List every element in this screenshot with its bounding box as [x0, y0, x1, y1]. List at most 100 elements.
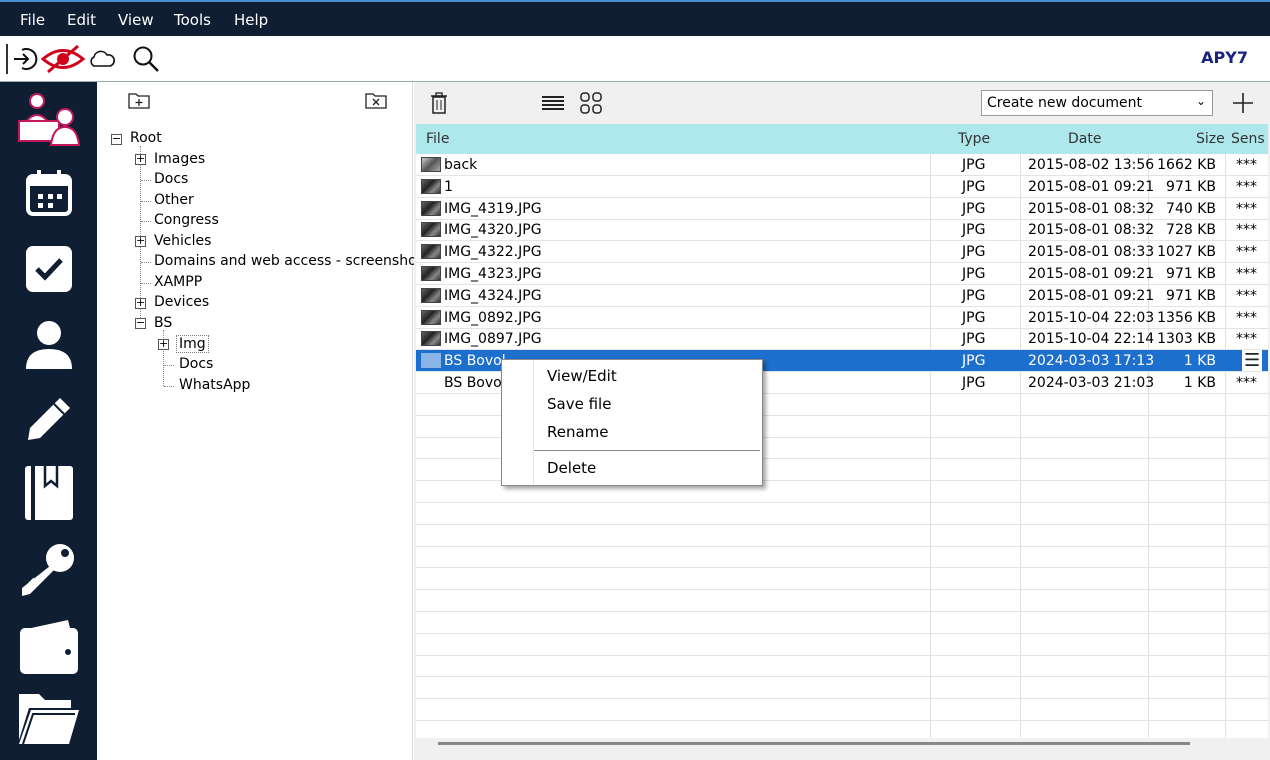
file-size-cell: 1 KB	[1183, 353, 1216, 370]
file-sens-cell: ***	[1236, 287, 1257, 304]
file-sens-cell: ***	[1236, 375, 1257, 391]
nav-edit[interactable]	[10, 384, 88, 454]
expand-toggle[interactable]: +	[158, 338, 169, 350]
empty-row	[416, 612, 1268, 634]
file-name-cell: IMG_4323.JPG	[444, 266, 542, 282]
file-type-cell: JPG	[962, 200, 986, 217]
menu-view[interactable]: View	[118, 11, 154, 29]
image-thumbnail	[421, 287, 441, 303]
file-date-cell: 2024-03-03 21:03	[1028, 375, 1155, 391]
file-date-cell: 2015-08-01 08:32	[1028, 200, 1155, 217]
table-row[interactable]: IMG_4323.JPG JPG 2015-08-01 09:21 971 KB ***	[416, 263, 1268, 285]
column-header-sens[interactable]: Sens	[1231, 131, 1265, 147]
nav-files[interactable]	[10, 682, 88, 752]
column-header-date[interactable]: Date	[1068, 131, 1101, 147]
image-thumbnail	[421, 157, 441, 172]
nav-notebook[interactable]	[10, 458, 88, 528]
column-header-type[interactable]: Type	[958, 131, 990, 147]
table-row[interactable]: IMG_0897.JPG JPG 2015-10-04 22:14 1303 KB **…	[416, 328, 1268, 351]
menu-bar: File Edit View Tools Help	[0, 0, 1270, 36]
calendar-icon	[26, 170, 72, 216]
expand-toggle[interactable]: +	[135, 235, 146, 247]
file-sens-cell: ***	[1236, 331, 1257, 348]
hidden-eye-icon[interactable]	[40, 44, 86, 74]
tree-node-docs[interactable]: Docs	[154, 171, 188, 187]
image-thumbnail	[421, 200, 441, 216]
file-type-cell: JPG	[962, 375, 986, 391]
file-date-cell: 2024-03-03 17:13	[1028, 353, 1155, 370]
create-document-select[interactable]: Create new document ⌄	[981, 90, 1213, 116]
file-size-cell: 1303 KB	[1157, 331, 1216, 348]
add-icon[interactable]	[1232, 92, 1254, 114]
horizontal-scrollbar[interactable]	[438, 742, 1190, 745]
contacts-icon	[18, 93, 81, 146]
menu-tools[interactable]: Tools	[174, 11, 211, 29]
empty-row	[416, 503, 1268, 525]
expand-toggle[interactable]: +	[135, 297, 146, 309]
user-icon	[26, 321, 72, 369]
collapse-root-toggle[interactable]: −	[111, 133, 122, 145]
context-separator	[534, 450, 760, 451]
nav-calendar[interactable]	[10, 158, 88, 228]
tree-node-bs-img[interactable]: Img	[176, 335, 209, 353]
row-menu-icon[interactable]: ☰	[1242, 350, 1263, 372]
logout-icon[interactable]	[12, 45, 40, 73]
expand-toggle[interactable]: +	[135, 153, 146, 165]
menu-edit[interactable]: Edit	[67, 11, 96, 29]
file-name-cell: IMG_4319.JPG	[444, 200, 542, 217]
context-save-file[interactable]: Save file	[547, 395, 611, 413]
tree-node-root[interactable]: Root	[130, 130, 162, 146]
nav-contacts[interactable]	[10, 84, 88, 154]
chevron-down-icon: ⌄	[1195, 94, 1206, 108]
new-folder-icon[interactable]	[128, 91, 150, 109]
collapse-toggle[interactable]: −	[135, 317, 146, 329]
context-view-edit[interactable]: View/Edit	[547, 367, 617, 385]
context-rename[interactable]: Rename	[547, 423, 609, 441]
grid-view-icon[interactable]	[580, 92, 602, 114]
list-view-icon[interactable]	[542, 95, 564, 111]
tree-node-images[interactable]: Images	[154, 151, 205, 167]
tree-node-vehicles[interactable]: Vehicles	[154, 233, 211, 249]
tree-connector	[164, 386, 174, 387]
file-name-cell: IMG_4322.JPG	[444, 244, 542, 261]
tree-connector	[141, 262, 151, 263]
file-size-cell: 971 KB	[1166, 287, 1216, 304]
file-sens-cell: ***	[1236, 178, 1257, 195]
table-row[interactable]: 1 JPG 2015-08-01 09:21 971 KB ***	[416, 176, 1268, 198]
column-header-size[interactable]: Size	[1196, 131, 1225, 147]
table-row[interactable]: IMG_4324.JPG JPG 2015-08-01 09:21 971 KB ***	[416, 285, 1268, 307]
column-header-file[interactable]: File	[426, 131, 449, 147]
delete-folder-icon[interactable]	[365, 91, 387, 109]
image-thumbnail	[421, 178, 441, 194]
tree-node-bs-docs[interactable]: Docs	[179, 356, 213, 372]
table-row[interactable]: back JPG 2015-08-02 13:56 1662 KB ***	[416, 154, 1268, 176]
nav-wallet[interactable]	[10, 612, 88, 682]
tree-node-devices[interactable]: Devices	[154, 294, 209, 310]
cloud-icon[interactable]	[88, 48, 116, 70]
tree-node-other[interactable]: Other	[154, 192, 194, 208]
image-thumbnail	[421, 222, 441, 238]
file-size-cell: 971 KB	[1166, 178, 1216, 195]
search-icon[interactable]	[131, 44, 161, 74]
file-type-cell: JPG	[962, 178, 986, 195]
file-sens-cell: ***	[1236, 222, 1257, 239]
table-row[interactable]: IMG_4322.JPG JPG 2015-08-01 08:33 1027 KB **…	[416, 241, 1268, 264]
file-date-cell: 2015-08-01 09:21	[1028, 287, 1155, 304]
nav-tasks[interactable]	[10, 234, 88, 304]
file-size-cell: 1 KB	[1183, 375, 1216, 391]
tree-node-domains[interactable]: Domains and web access - screenshots	[154, 253, 429, 269]
table-row[interactable]: IMG_4319.JPG JPG 2015-08-01 08:32 740 KB ***	[416, 198, 1268, 220]
menu-file[interactable]: File	[20, 11, 45, 29]
table-row[interactable]: IMG_4320.JPG JPG 2015-08-01 08:32 728 KB ***	[416, 219, 1268, 242]
tree-node-xampp[interactable]: XAMPP	[154, 274, 202, 290]
tree-node-bs[interactable]: BS	[154, 315, 172, 331]
table-row[interactable]: IMG_0892.JPG JPG 2015-10-04 22:03 1356 KB **…	[416, 307, 1268, 329]
tree-node-bs-whatsapp[interactable]: WhatsApp	[179, 377, 250, 393]
context-delete[interactable]: Delete	[547, 459, 596, 477]
nav-passwords[interactable]	[10, 534, 88, 604]
trash-icon[interactable]	[430, 92, 448, 114]
nav-user[interactable]	[10, 310, 88, 380]
file-size-cell: 740 KB	[1166, 200, 1216, 217]
tree-node-congress[interactable]: Congress	[154, 212, 219, 228]
menu-help[interactable]: Help	[234, 11, 268, 29]
